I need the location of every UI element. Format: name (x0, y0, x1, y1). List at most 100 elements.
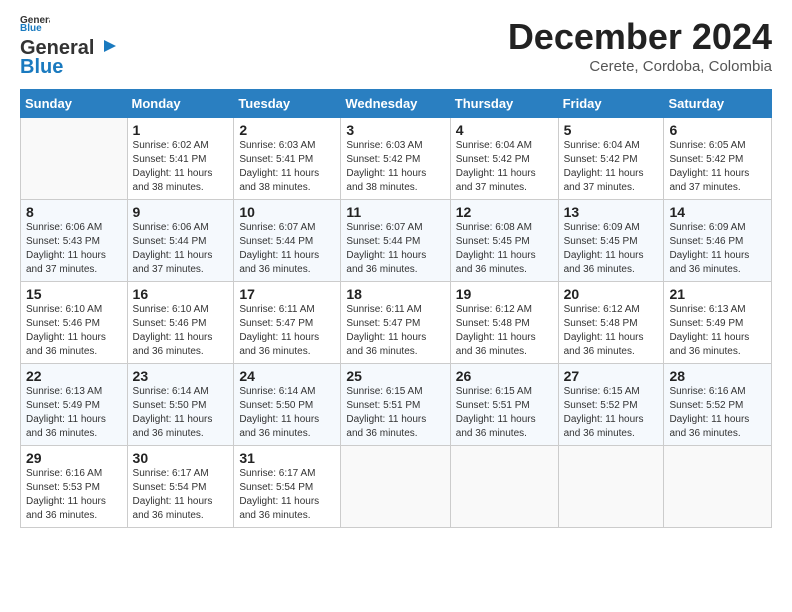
month-title: December 2024 (508, 16, 772, 58)
day-info: Sunrise: 6:15 AMSunset: 5:51 PMDaylight:… (456, 385, 553, 441)
calendar-cell: 4Sunrise: 6:04 AMSunset: 5:42 PMDaylight… (450, 118, 558, 200)
calendar-header-row: SundayMondayTuesdayWednesdayThursdayFrid… (21, 90, 772, 118)
week-row-4: 22Sunrise: 6:13 AMSunset: 5:49 PMDayligh… (21, 364, 772, 446)
week-row-2: 8Sunrise: 6:06 AMSunset: 5:43 PMDaylight… (21, 200, 772, 282)
day-info: Sunrise: 6:04 AMSunset: 5:42 PMDaylight:… (456, 139, 553, 195)
calendar-cell: 27Sunrise: 6:15 AMSunset: 5:52 PMDayligh… (558, 364, 664, 446)
day-number: 10 (239, 204, 335, 220)
svg-text:Blue: Blue (20, 23, 42, 32)
day-number: 16 (133, 286, 229, 302)
day-number: 14 (669, 204, 766, 220)
day-info: Sunrise: 6:12 AMSunset: 5:48 PMDaylight:… (564, 303, 659, 359)
calendar-cell: 22Sunrise: 6:13 AMSunset: 5:49 PMDayligh… (21, 364, 128, 446)
calendar-cell: 11Sunrise: 6:07 AMSunset: 5:44 PMDayligh… (341, 200, 450, 282)
day-info: Sunrise: 6:15 AMSunset: 5:52 PMDaylight:… (564, 385, 659, 441)
day-number: 24 (239, 368, 335, 384)
logo-flag-icon (96, 38, 118, 60)
col-header-friday: Friday (558, 90, 664, 118)
calendar-cell: 10Sunrise: 6:07 AMSunset: 5:44 PMDayligh… (234, 200, 341, 282)
day-info: Sunrise: 6:16 AMSunset: 5:53 PMDaylight:… (26, 467, 122, 523)
calendar-cell: 2Sunrise: 6:03 AMSunset: 5:41 PMDaylight… (234, 118, 341, 200)
day-info: Sunrise: 6:10 AMSunset: 5:46 PMDaylight:… (133, 303, 229, 359)
week-row-1: 1Sunrise: 6:02 AMSunset: 5:41 PMDaylight… (21, 118, 772, 200)
day-number: 5 (564, 122, 659, 138)
logo-icon: General Blue (20, 14, 50, 32)
col-header-saturday: Saturday (664, 90, 772, 118)
day-number: 13 (564, 204, 659, 220)
day-number: 27 (564, 368, 659, 384)
day-info: Sunrise: 6:13 AMSunset: 5:49 PMDaylight:… (669, 303, 766, 359)
day-info: Sunrise: 6:08 AMSunset: 5:45 PMDaylight:… (456, 221, 553, 277)
header: General Blue General Blue December 2024 … (20, 16, 772, 79)
day-info: Sunrise: 6:06 AMSunset: 5:43 PMDaylight:… (26, 221, 122, 277)
calendar-cell: 1Sunrise: 6:02 AMSunset: 5:41 PMDaylight… (127, 118, 234, 200)
day-number: 3 (346, 122, 444, 138)
week-row-5: 29Sunrise: 6:16 AMSunset: 5:53 PMDayligh… (21, 446, 772, 528)
day-info: Sunrise: 6:09 AMSunset: 5:45 PMDaylight:… (564, 221, 659, 277)
calendar-cell: 29Sunrise: 6:16 AMSunset: 5:53 PMDayligh… (21, 446, 128, 528)
calendar-cell: 16Sunrise: 6:10 AMSunset: 5:46 PMDayligh… (127, 282, 234, 364)
calendar-cell: 28Sunrise: 6:16 AMSunset: 5:52 PMDayligh… (664, 364, 772, 446)
day-number: 18 (346, 286, 444, 302)
calendar-cell: 15Sunrise: 6:10 AMSunset: 5:46 PMDayligh… (21, 282, 128, 364)
calendar-cell: 9Sunrise: 6:06 AMSunset: 5:44 PMDaylight… (127, 200, 234, 282)
calendar-cell: 6Sunrise: 6:05 AMSunset: 5:42 PMDaylight… (664, 118, 772, 200)
calendar-cell: 20Sunrise: 6:12 AMSunset: 5:48 PMDayligh… (558, 282, 664, 364)
day-number: 4 (456, 122, 553, 138)
day-number: 9 (133, 204, 229, 220)
calendar-cell: 30Sunrise: 6:17 AMSunset: 5:54 PMDayligh… (127, 446, 234, 528)
day-number: 21 (669, 286, 766, 302)
calendar-cell: 3Sunrise: 6:03 AMSunset: 5:42 PMDaylight… (341, 118, 450, 200)
calendar-cell: 18Sunrise: 6:11 AMSunset: 5:47 PMDayligh… (341, 282, 450, 364)
day-info: Sunrise: 6:07 AMSunset: 5:44 PMDaylight:… (346, 221, 444, 277)
title-area: December 2024 Cerete, Cordoba, Colombia (508, 16, 772, 75)
day-info: Sunrise: 6:07 AMSunset: 5:44 PMDaylight:… (239, 221, 335, 277)
subtitle: Cerete, Cordoba, Colombia (508, 58, 772, 75)
day-number: 30 (133, 450, 229, 466)
logo-area: General Blue General Blue (20, 16, 118, 79)
day-info: Sunrise: 6:03 AMSunset: 5:41 PMDaylight:… (239, 139, 335, 195)
day-number: 22 (26, 368, 122, 384)
calendar-cell: 23Sunrise: 6:14 AMSunset: 5:50 PMDayligh… (127, 364, 234, 446)
day-number: 11 (346, 204, 444, 220)
calendar-cell: 13Sunrise: 6:09 AMSunset: 5:45 PMDayligh… (558, 200, 664, 282)
calendar-cell: 17Sunrise: 6:11 AMSunset: 5:47 PMDayligh… (234, 282, 341, 364)
calendar-table: SundayMondayTuesdayWednesdayThursdayFrid… (20, 89, 772, 528)
day-info: Sunrise: 6:15 AMSunset: 5:51 PMDaylight:… (346, 385, 444, 441)
calendar-cell (664, 446, 772, 528)
day-number: 8 (26, 204, 122, 220)
day-info: Sunrise: 6:03 AMSunset: 5:42 PMDaylight:… (346, 139, 444, 195)
calendar-cell (558, 446, 664, 528)
calendar-cell: 8Sunrise: 6:06 AMSunset: 5:43 PMDaylight… (21, 200, 128, 282)
calendar-cell: 24Sunrise: 6:14 AMSunset: 5:50 PMDayligh… (234, 364, 341, 446)
calendar-cell: 19Sunrise: 6:12 AMSunset: 5:48 PMDayligh… (450, 282, 558, 364)
day-number: 25 (346, 368, 444, 384)
day-number: 19 (456, 286, 553, 302)
day-info: Sunrise: 6:05 AMSunset: 5:42 PMDaylight:… (669, 139, 766, 195)
day-number: 23 (133, 368, 229, 384)
day-info: Sunrise: 6:13 AMSunset: 5:49 PMDaylight:… (26, 385, 122, 441)
day-number: 6 (669, 122, 766, 138)
day-info: Sunrise: 6:17 AMSunset: 5:54 PMDaylight:… (133, 467, 229, 523)
day-info: Sunrise: 6:16 AMSunset: 5:52 PMDaylight:… (669, 385, 766, 441)
calendar-cell: 14Sunrise: 6:09 AMSunset: 5:46 PMDayligh… (664, 200, 772, 282)
day-number: 28 (669, 368, 766, 384)
calendar-cell (341, 446, 450, 528)
calendar-cell: 5Sunrise: 6:04 AMSunset: 5:42 PMDaylight… (558, 118, 664, 200)
day-number: 26 (456, 368, 553, 384)
day-info: Sunrise: 6:04 AMSunset: 5:42 PMDaylight:… (564, 139, 659, 195)
calendar-cell: 31Sunrise: 6:17 AMSunset: 5:54 PMDayligh… (234, 446, 341, 528)
day-number: 29 (26, 450, 122, 466)
logo: General Blue General Blue (20, 16, 118, 79)
day-info: Sunrise: 6:09 AMSunset: 5:46 PMDaylight:… (669, 221, 766, 277)
day-number: 12 (456, 204, 553, 220)
day-info: Sunrise: 6:02 AMSunset: 5:41 PMDaylight:… (133, 139, 229, 195)
day-number: 20 (564, 286, 659, 302)
day-info: Sunrise: 6:17 AMSunset: 5:54 PMDaylight:… (239, 467, 335, 523)
page-container: General Blue General Blue December 2024 … (0, 0, 792, 538)
col-header-monday: Monday (127, 90, 234, 118)
calendar-cell: 21Sunrise: 6:13 AMSunset: 5:49 PMDayligh… (664, 282, 772, 364)
calendar-cell: 12Sunrise: 6:08 AMSunset: 5:45 PMDayligh… (450, 200, 558, 282)
day-number: 17 (239, 286, 335, 302)
day-number: 1 (133, 122, 229, 138)
